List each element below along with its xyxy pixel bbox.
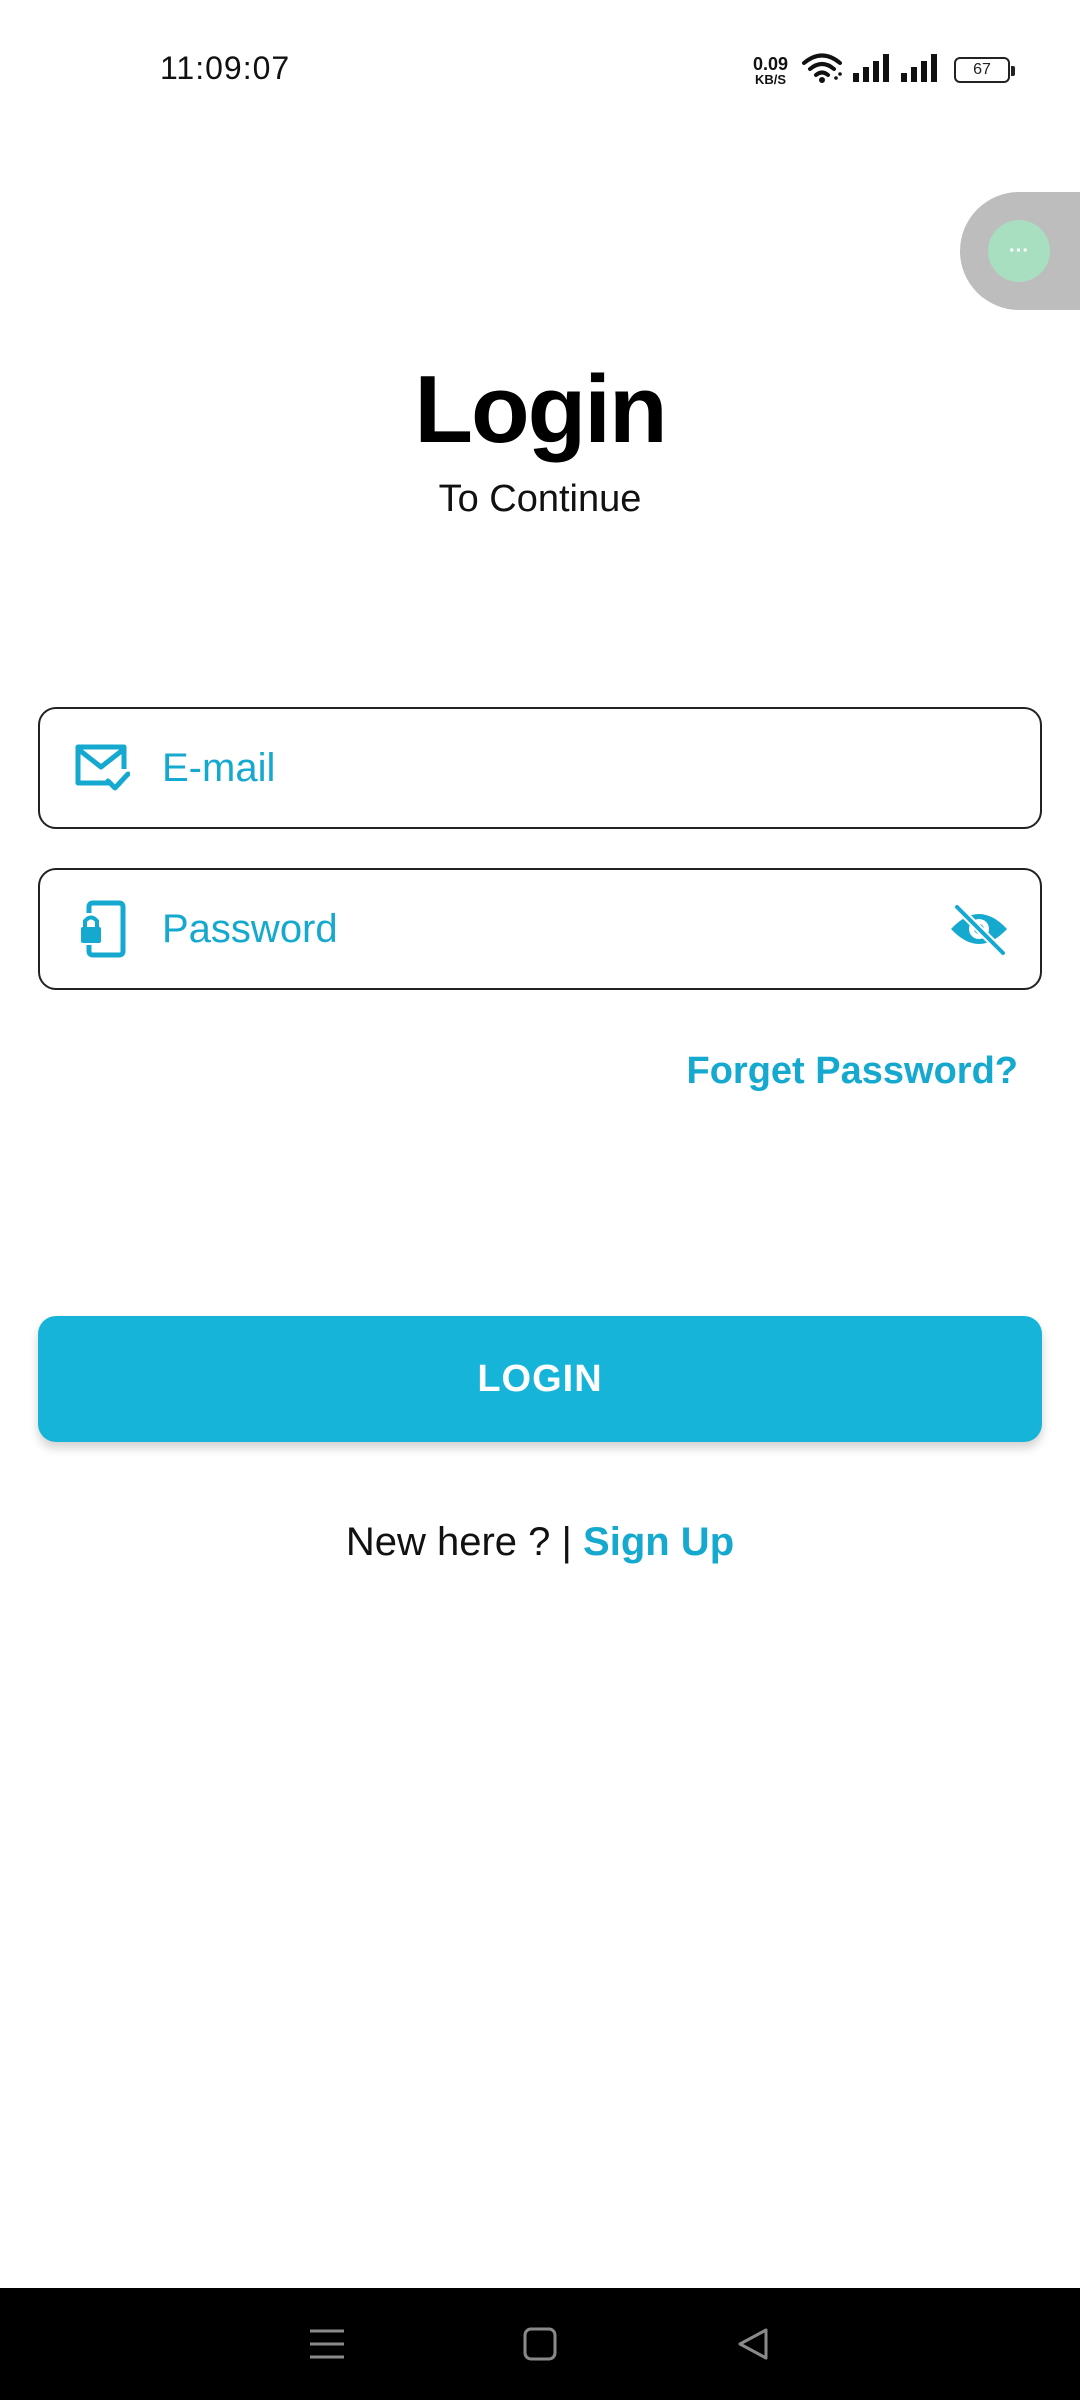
system-navigation-bar <box>0 2288 1080 2400</box>
status-icons: 0.09 KB/S 67 <box>753 50 1015 90</box>
status-time: 11:09:07 <box>160 50 291 86</box>
page-title: Login <box>414 356 667 463</box>
back-triangle-icon[interactable] <box>713 2304 793 2384</box>
mail-check-icon <box>72 738 132 798</box>
forgot-password-link[interactable]: Forget Password? <box>687 1050 1019 1093</box>
network-speed-value: 0.09 <box>752 53 788 74</box>
signal-icon <box>852 53 890 88</box>
network-speed-unit: KB/S <box>754 71 786 87</box>
home-square-icon[interactable] <box>500 2304 580 2384</box>
signup-prompt: New here ? | Sign Up <box>0 1520 1080 1565</box>
email-input[interactable] <box>160 709 1040 827</box>
status-bar: 11:09:07 0.09 KB/S 67 <box>0 0 1080 140</box>
email-field[interactable] <box>38 707 1042 829</box>
login-button[interactable]: LOGIN <box>38 1316 1042 1442</box>
wifi-icon <box>802 52 842 89</box>
signal-icon-2 <box>900 53 938 88</box>
password-input[interactable] <box>160 870 946 988</box>
login-screen: 11:09:07 0.09 KB/S 67 ··· Login To Conti… <box>0 0 1080 2400</box>
floating-assist-bubble[interactable]: ··· <box>960 192 1080 310</box>
network-speed: 0.09 KB/S <box>753 55 788 86</box>
eye-off-icon[interactable] <box>946 896 1012 962</box>
menu-icon[interactable] <box>287 2304 367 2384</box>
phone-lock-icon <box>72 899 132 959</box>
more-dots-icon: ··· <box>988 220 1050 282</box>
password-field[interactable] <box>38 868 1042 990</box>
sign-up-link[interactable]: Sign Up <box>583 1520 734 1564</box>
battery-indicator: 67 <box>954 57 1015 83</box>
signup-prompt-text: New here ? | <box>345 1520 584 1564</box>
page-subtitle: To Continue <box>438 478 642 520</box>
